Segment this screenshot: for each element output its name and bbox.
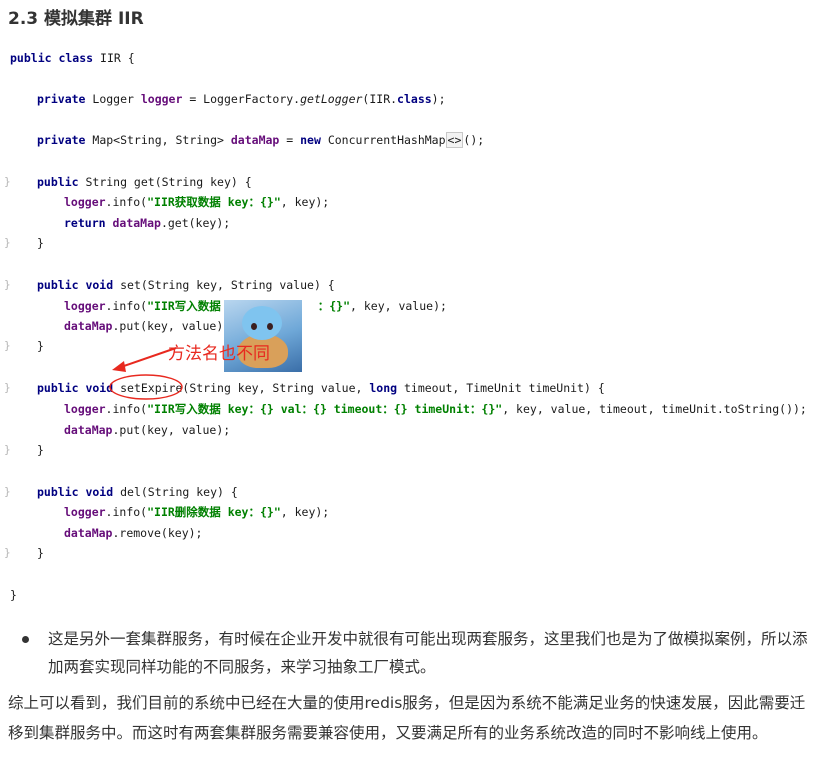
code-line: dataMap.put(key, value); [64, 319, 231, 333]
code-line: private Map<String, String> dataMap = ne… [37, 132, 485, 148]
code-line: } [10, 588, 17, 602]
code-line: logger.info("IIR删除数据 key：{}", key); [64, 505, 330, 519]
summary-paragraph: 综上可以看到，我们目前的系统中已经在大量的使用redis服务，但是因为系统不能满… [8, 694, 806, 742]
code-line: } public void set(String key, String valu… [0, 275, 815, 295]
fold-marker-icon[interactable]: } [4, 543, 11, 563]
annotation-text: 方法名也不同 [168, 344, 270, 364]
fold-marker-icon[interactable]: } [4, 275, 11, 295]
code-line: logger.info("IIR获取数据 key：{}", key); [64, 195, 330, 209]
method-name-setexpire: setExpire [120, 381, 183, 395]
code-line: }} [0, 336, 815, 356]
code-line: dataMap.put(key, value); [64, 423, 231, 437]
code-line: return dataMap.get(key); [64, 216, 231, 230]
fold-marker-icon[interactable]: } [4, 440, 11, 460]
section-heading: 2.3 模拟集群 IIR [8, 9, 144, 29]
sticker-eye-shape [251, 323, 257, 330]
arrow-head [112, 361, 126, 372]
code-line: }} [0, 233, 815, 253]
fold-marker-icon[interactable]: } [4, 172, 11, 192]
code-line: logger.info("IIR写入数据 ：{}", key, value); [64, 299, 447, 313]
code-line: } public void setExpire(String key, Strin… [0, 378, 815, 398]
fold-marker-icon[interactable]: } [4, 482, 11, 502]
sticker-head-shape [242, 306, 282, 340]
fold-marker-icon[interactable]: } [4, 336, 11, 356]
bullet-icon [22, 636, 29, 643]
fold-marker-icon[interactable]: } [4, 233, 11, 253]
list-item-text: 这是另外一套集群服务，有时候在企业开发中就很有可能出现两套服务，这里我们也是为了… [48, 630, 808, 676]
code-line: private Logger logger = LoggerFactory.ge… [37, 92, 446, 106]
code-line: } public void del(String key) { [0, 482, 815, 502]
code-line: dataMap.remove(key); [64, 526, 203, 540]
code-line: }} [0, 440, 815, 460]
code-line: }} [0, 543, 815, 563]
sticker-eye-shape [267, 323, 273, 330]
code-line: public class IIR { [10, 51, 135, 65]
fold-marker-icon[interactable]: } [4, 378, 11, 398]
code-line: } public String get(String key) { [0, 172, 815, 192]
code-line: logger.info("IIR写入数据 key：{} val：{} timeo… [64, 402, 807, 416]
